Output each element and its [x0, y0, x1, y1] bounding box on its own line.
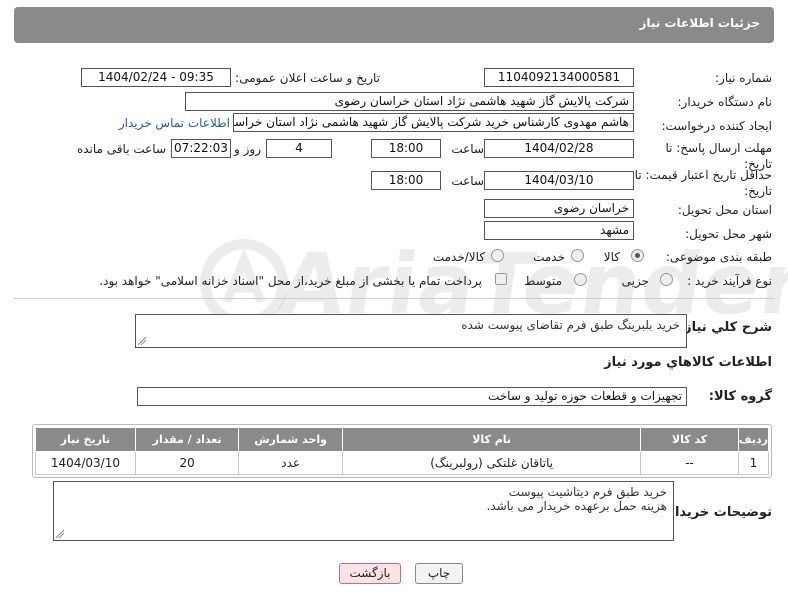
- province-label: استان محل تحویل:: [677, 203, 772, 217]
- category-goods-label: کالا: [603, 250, 620, 264]
- buyer-notes-line-1: خرید طبق فرم دیتاشیت پیوست: [508, 485, 667, 499]
- table-header-row: ردیف کد کالا نام کالا واحد شمارش تعداد /…: [35, 427, 770, 452]
- goods-info-heading: اطلاعات کالاهاي مورد نياز: [604, 355, 772, 370]
- process-radio-medium[interactable]: [574, 273, 587, 286]
- page-title: جزئیات اطلاعات نیاز: [639, 16, 760, 30]
- price-validity-label: حداقل تاریخ اعتبار قیمت: تا تاریخ:: [634, 168, 772, 198]
- process-partial-label: جزیی: [621, 274, 649, 288]
- cell-row: 1: [737, 451, 770, 475]
- reply-time-label: ساعت: [451, 142, 484, 156]
- buyer-notes-label: توضیحات خریدار:: [662, 505, 772, 520]
- city-field[interactable]: مشهد: [484, 221, 634, 240]
- need-number-label: شماره نیاز:: [715, 71, 772, 85]
- category-radio-goods[interactable]: [631, 249, 644, 262]
- col-qty: تعداد / مقدار: [134, 427, 240, 452]
- category-radio-service[interactable]: [571, 249, 584, 262]
- cell-unit: عدد: [238, 451, 343, 475]
- process-type-label: نوع فرآیند خرید :: [687, 274, 772, 288]
- price-date-field[interactable]: 1404/03/10: [484, 171, 634, 190]
- remaining-time-field[interactable]: 07:22:03: [171, 139, 231, 158]
- buyer-org-field[interactable]: شرکت پالایش گاز شهید هاشمی نژاد استان خر…: [185, 92, 634, 111]
- buyer-notes-field[interactable]: خرید طبق فرم دیتاشیت پیوست هزینه حمل برع…: [53, 481, 674, 541]
- cell-code: --: [640, 451, 739, 475]
- buyer-notes-line-2: هزینه حمل برعهده خریدار می باشد.: [486, 499, 668, 513]
- goods-group-field[interactable]: تجهیزات و قطعات حوزه تولید و ساخت: [137, 387, 687, 406]
- days-field[interactable]: 4: [266, 139, 332, 158]
- divider: [14, 298, 774, 299]
- announce-datetime-label: تاریخ و ساعت اعلان عمومی:: [235, 71, 380, 85]
- process-medium-label: متوسط: [524, 274, 562, 288]
- announce-datetime-field[interactable]: 1404/02/24 - 09:35: [81, 68, 231, 87]
- general-desc-label: شرح کلي نياز:: [678, 320, 772, 335]
- page-header: جزئیات اطلاعات نیاز: [14, 7, 774, 43]
- goods-table: ردیف کد کالا نام کالا واحد شمارش تعداد /…: [32, 424, 772, 478]
- reply-time-field[interactable]: 18:00: [371, 139, 441, 158]
- requester-field[interactable]: هاشم مهدوی کارشناس خرید شرکت پالایش گاز …: [233, 113, 634, 132]
- back-button[interactable]: بازگشت: [339, 563, 401, 584]
- cell-qty: 20: [134, 451, 240, 475]
- table-row[interactable]: 1 -- یاتاقان غلتکی (رولبرینگ) عدد 20 140…: [35, 451, 770, 475]
- category-service-label: خدمت: [533, 250, 565, 264]
- buyer-contact-link[interactable]: اطلاعات تماس خریدار: [119, 116, 230, 130]
- col-row: ردیف: [737, 427, 770, 452]
- payment-note: پرداخت تمام یا بخشی از مبلغ خرید،از محل …: [99, 274, 482, 288]
- price-time-label: ساعت: [451, 174, 484, 188]
- print-button[interactable]: چاپ: [415, 563, 463, 584]
- need-number-field[interactable]: 1104092134000581: [484, 68, 634, 87]
- price-time-field[interactable]: 18:00: [371, 171, 441, 190]
- requester-label: ایجاد کننده درخواست:: [661, 119, 772, 133]
- resize-handle-icon[interactable]: [138, 337, 146, 345]
- resize-handle-icon[interactable]: [56, 530, 64, 538]
- goods-group-label: گروه کالا:: [708, 389, 772, 404]
- category-goods-service-label: کالا/خدمت: [432, 250, 485, 264]
- col-code: کد کالا: [640, 427, 739, 452]
- city-label: شهر محل تحویل:: [685, 227, 772, 241]
- reply-date-field[interactable]: 1404/02/28: [484, 139, 634, 158]
- general-desc-field[interactable]: خرید بلبرینگ طبق فرم تقاضای پیوست شده: [135, 314, 687, 348]
- payment-checkbox[interactable]: [495, 273, 507, 285]
- page: AriaTender.neT جزئیات اطلاعات نیاز شماره…: [0, 0, 788, 598]
- col-name: نام کالا: [341, 427, 642, 452]
- cell-date: 1404/03/10: [35, 451, 136, 475]
- province-field[interactable]: خراسان رضوی: [484, 199, 634, 218]
- col-unit: واحد شمارش: [238, 427, 343, 452]
- days-and-label: روز و: [234, 142, 261, 156]
- category-radio-goods-service[interactable]: [491, 249, 504, 262]
- buyer-org-label: نام دستگاه خریدار:: [677, 95, 773, 109]
- process-radio-partial[interactable]: [660, 273, 673, 286]
- category-label: طبقه بندی موضوعی:: [665, 250, 772, 264]
- general-desc-text: خرید بلبرینگ طبق فرم تقاضای پیوست شده: [461, 318, 680, 332]
- cell-name: یاتاقان غلتکی (رولبرینگ): [341, 451, 642, 475]
- remaining-label: ساعت باقی مانده: [76, 142, 166, 156]
- col-date: تاریخ نیاز: [35, 427, 136, 452]
